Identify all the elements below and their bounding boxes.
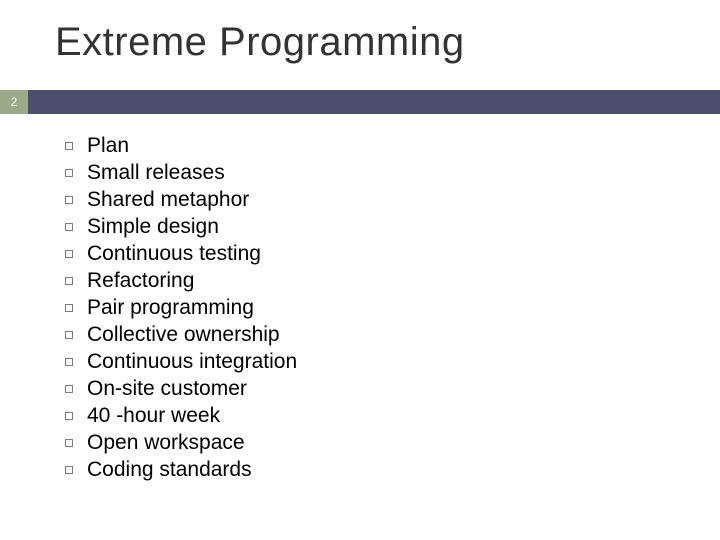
list-item: Continuous testing xyxy=(65,240,297,267)
square-bullet-icon xyxy=(65,385,73,393)
square-bullet-icon xyxy=(65,196,73,204)
list-item-label: Open workspace xyxy=(87,429,245,456)
square-bullet-icon xyxy=(65,466,73,474)
list-item: Plan xyxy=(65,132,297,159)
list-item: On-site customer xyxy=(65,375,297,402)
list-item: Coding standards xyxy=(65,456,297,483)
list-item-label: Shared metaphor xyxy=(87,186,249,213)
list-item-label: On-site customer xyxy=(87,375,247,402)
slide: Extreme Programming 2 Plan Small release… xyxy=(0,0,720,540)
list-item-label: Pair programming xyxy=(87,294,254,321)
list-item: Continuous integration xyxy=(65,348,297,375)
list-item-label: Continuous integration xyxy=(87,348,297,375)
square-bullet-icon xyxy=(65,304,73,312)
page-number-box: 2 xyxy=(0,90,28,114)
list-item: 40 -hour week xyxy=(65,402,297,429)
list-item-label: Small releases xyxy=(87,159,225,186)
list-item: Collective ownership xyxy=(65,321,297,348)
list-item-label: Simple design xyxy=(87,213,219,240)
list-item: Open workspace xyxy=(65,429,297,456)
list-item-label: Collective ownership xyxy=(87,321,280,348)
list-item: Refactoring xyxy=(65,267,297,294)
list-item-label: Continuous testing xyxy=(87,240,261,267)
list-item-label: Plan xyxy=(87,132,129,159)
square-bullet-icon xyxy=(65,223,73,231)
square-bullet-icon xyxy=(65,412,73,420)
list-item-label: 40 -hour week xyxy=(87,402,220,429)
square-bullet-icon xyxy=(65,277,73,285)
list-item-label: Coding standards xyxy=(87,456,252,483)
list-item: Simple design xyxy=(65,213,297,240)
square-bullet-icon xyxy=(65,358,73,366)
list-item: Small releases xyxy=(65,159,297,186)
list-item-label: Refactoring xyxy=(87,267,194,294)
header-bar-fill xyxy=(28,90,720,114)
square-bullet-icon xyxy=(65,142,73,150)
slide-title: Extreme Programming xyxy=(55,20,465,65)
square-bullet-icon xyxy=(65,331,73,339)
list-item: Pair programming xyxy=(65,294,297,321)
square-bullet-icon xyxy=(65,169,73,177)
square-bullet-icon xyxy=(65,250,73,258)
square-bullet-icon xyxy=(65,439,73,447)
list-item: Shared metaphor xyxy=(65,186,297,213)
bullet-list: Plan Small releases Shared metaphor Simp… xyxy=(65,132,297,483)
header-bar: 2 xyxy=(0,90,720,114)
